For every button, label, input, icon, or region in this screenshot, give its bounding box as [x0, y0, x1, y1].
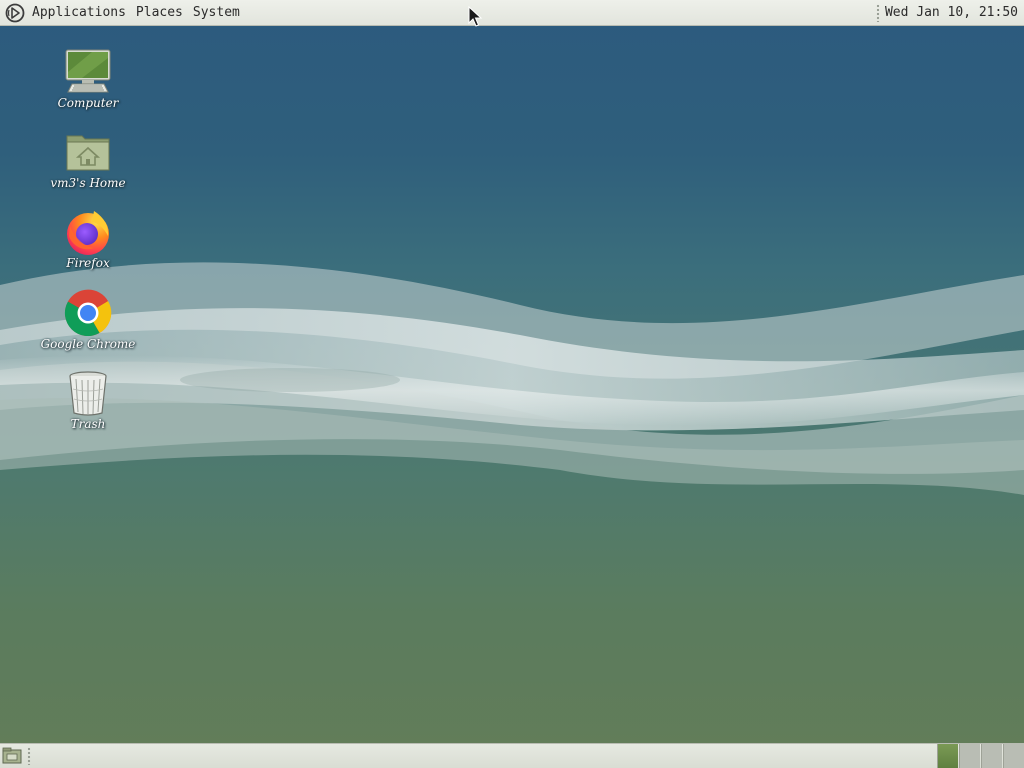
- desktop-icon-label: Computer: [57, 96, 119, 110]
- workspace-1[interactable]: [937, 744, 958, 768]
- desktop-icon-label: vm3's Home: [50, 176, 126, 190]
- wallpaper: [0, 262, 1024, 495]
- distro-logo-icon[interactable]: [4, 2, 26, 24]
- top-panel: Applications Places System Wed Jan 10, 2…: [0, 0, 1024, 26]
- menu-applications[interactable]: Applications: [27, 0, 131, 26]
- desktop-icon-firefox[interactable]: Firefox: [33, 208, 143, 270]
- workspace-2[interactable]: [959, 744, 980, 768]
- clock[interactable]: Wed Jan 10, 21:50: [885, 0, 1024, 26]
- desktop-icon-home[interactable]: vm3's Home: [33, 128, 143, 190]
- panel-handle[interactable]: [875, 4, 880, 22]
- bottom-panel: [0, 743, 1024, 768]
- menu-places[interactable]: Places: [131, 0, 188, 26]
- desktop-icon-computer[interactable]: Computer: [33, 48, 143, 110]
- panel-handle[interactable]: [27, 747, 31, 765]
- trash-icon: [64, 369, 112, 417]
- firefox-icon: [64, 208, 112, 256]
- workspace-3[interactable]: [981, 744, 1002, 768]
- desktop-icon-label: Google Chrome: [40, 337, 136, 351]
- desktop-icon-label: Trash: [70, 417, 106, 431]
- mouse-pointer-icon: [468, 5, 484, 32]
- computer-icon: [64, 48, 112, 96]
- workspace-switcher: [936, 744, 1024, 768]
- clock-area: Wed Jan 10, 21:50: [871, 0, 1024, 26]
- desktop-icon-label: Firefox: [66, 256, 110, 270]
- desktop-icon-trash[interactable]: Trash: [33, 369, 143, 431]
- workspace-4[interactable]: [1003, 744, 1024, 768]
- menu-system[interactable]: System: [188, 0, 245, 26]
- desktop-icon-chrome[interactable]: Google Chrome: [33, 289, 143, 351]
- chrome-icon: [64, 289, 112, 337]
- desktop-screen: Applications Places System Wed Jan 10, 2…: [0, 0, 1024, 768]
- show-desktop-icon[interactable]: [2, 747, 22, 765]
- home-folder-icon: [64, 128, 112, 176]
